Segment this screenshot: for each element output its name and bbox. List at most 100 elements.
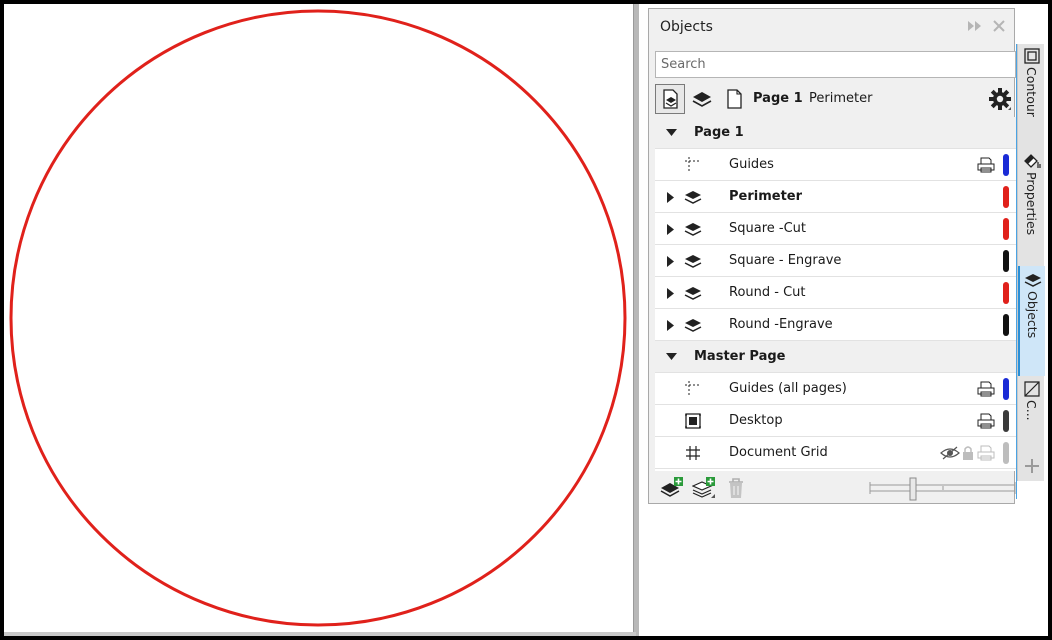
layer-icon — [683, 315, 703, 335]
expand-arrow-icon[interactable] — [665, 191, 677, 203]
tab-objects[interactable]: Objects — [1018, 266, 1045, 376]
layer-row-round-engrave[interactable]: Round -Engrave — [655, 309, 1016, 341]
close-icon[interactable] — [991, 18, 1007, 34]
layer-row-desktop[interactable]: Desktop — [655, 405, 1016, 437]
current-layer-label[interactable]: Perimeter — [809, 91, 872, 106]
new-master-layer-button[interactable] — [691, 476, 717, 500]
objects-layers-icon — [1024, 274, 1041, 287]
layer-label: Desktop — [729, 413, 783, 428]
tree-group-master-page[interactable]: Master Page — [655, 341, 1016, 373]
new-layer-button[interactable] — [659, 476, 685, 500]
printer-icon[interactable] — [977, 381, 995, 397]
page-icon — [727, 89, 742, 109]
layer-label: Square -Cut — [729, 221, 807, 236]
layer-label: Guides (all pages) — [729, 381, 847, 396]
search-input[interactable] — [655, 51, 1016, 78]
layer-label: Square - Engrave — [729, 253, 842, 268]
canvas-drawing — [9, 9, 627, 627]
docker-tabs: Contour Properties Objects C... — [1017, 44, 1045, 481]
layer-row-perimeter[interactable]: Perimeter — [655, 181, 1016, 213]
guides-icon — [683, 379, 703, 399]
docker-title: Objects — [649, 9, 1014, 44]
layer-color-swatch[interactable] — [1003, 218, 1009, 240]
layer-color-swatch[interactable] — [1003, 410, 1009, 432]
printer-icon[interactable] — [977, 157, 995, 173]
docker-toolbar: Page 1 Perimeter — [655, 83, 1016, 117]
tree-group-label: Page 1 — [694, 125, 744, 140]
tab-label: Contour — [1024, 67, 1039, 117]
perimeter-circle[interactable] — [9, 9, 627, 627]
layer-color-swatch[interactable] — [1003, 442, 1009, 464]
layer-row-round-cut[interactable]: Round - Cut — [655, 277, 1016, 309]
new-layer-icon — [660, 477, 683, 497]
lock-icon[interactable] — [962, 445, 974, 461]
layer-row-guides-all-pages[interactable]: Guides (all pages) — [655, 373, 1016, 405]
docker-bottom-bar — [655, 473, 1016, 503]
layer-label: Guides — [729, 157, 774, 172]
properties-icon — [1023, 154, 1041, 168]
layer-label: Perimeter — [729, 189, 803, 204]
current-page-button[interactable] — [719, 84, 749, 114]
printer-icon[interactable] — [977, 445, 995, 461]
tab-label: Objects — [1025, 291, 1040, 339]
canvas-horizontal-scrollbar[interactable] — [4, 632, 636, 636]
collapse-arrow-icon[interactable] — [665, 127, 677, 139]
page-layers-view-button[interactable] — [655, 84, 685, 114]
expand-arrow-icon[interactable] — [665, 287, 677, 299]
tab-label: C... — [1024, 400, 1039, 421]
thumbnail-size-slider[interactable] — [869, 477, 1016, 501]
layer-label: Round -Engrave — [729, 317, 833, 332]
page-corner-icon — [1023, 381, 1040, 397]
printer-icon[interactable] — [977, 413, 995, 429]
gear-icon — [989, 88, 1011, 110]
layer-icon — [683, 251, 703, 271]
tab-label: Properties — [1024, 172, 1039, 236]
eye-icon[interactable] — [940, 446, 960, 460]
tab-properties[interactable]: Properties — [1018, 149, 1045, 249]
layer-color-swatch[interactable] — [1003, 186, 1009, 208]
objects-docker: Objects Search Page 1 Perimeter Page 1 G… — [648, 8, 1016, 504]
layer-color-swatch[interactable] — [1003, 154, 1009, 176]
add-docker-button[interactable] — [1018, 454, 1045, 478]
expand-arrow-icon[interactable] — [665, 319, 677, 331]
layer-row-guides[interactable]: Guides — [655, 149, 1016, 181]
expand-arrow-icon[interactable] — [665, 255, 677, 267]
tree-group-label: Master Page — [694, 349, 786, 364]
tree-group-page-1[interactable]: Page 1 — [655, 117, 1016, 149]
layer-color-swatch[interactable] — [1003, 314, 1009, 336]
desktop-icon — [683, 411, 703, 431]
guides-icon — [683, 155, 703, 175]
layers-view-button[interactable] — [687, 84, 717, 114]
docker-title-label: Objects — [660, 18, 713, 35]
new-master-layer-icon — [692, 477, 715, 498]
layer-row-square-engrave[interactable]: Square - Engrave — [655, 245, 1016, 277]
app-window: Objects Search Page 1 Perimeter Page 1 G… — [4, 4, 1048, 636]
pages-layers-icon — [663, 89, 678, 109]
drawing-canvas[interactable] — [4, 4, 633, 632]
layer-icon — [683, 187, 703, 207]
delete-button[interactable] — [723, 476, 749, 500]
layer-row-square-cut[interactable]: Square -Cut — [655, 213, 1016, 245]
tab-contour[interactable]: Contour — [1018, 44, 1045, 129]
current-page-label[interactable]: Page 1 — [753, 91, 803, 106]
trash-icon — [729, 478, 743, 498]
canvas-splitter[interactable] — [633, 4, 639, 636]
layer-color-swatch[interactable] — [1003, 250, 1009, 272]
layer-icon — [683, 219, 703, 239]
grid-icon — [683, 443, 703, 463]
layers-icon — [692, 92, 712, 107]
plus-icon — [1024, 459, 1039, 473]
layer-color-swatch[interactable] — [1003, 378, 1009, 400]
layer-row-document-grid[interactable]: Document Grid — [655, 437, 1016, 469]
collapse-arrow-icon[interactable] — [665, 351, 677, 363]
layer-color-swatch[interactable] — [1003, 282, 1009, 304]
options-button[interactable] — [985, 84, 1015, 114]
layer-label: Round - Cut — [729, 285, 806, 300]
layer-label: Document Grid — [729, 445, 828, 460]
fast-forward-icon[interactable] — [967, 19, 983, 33]
layer-icon — [683, 283, 703, 303]
expand-arrow-icon[interactable] — [665, 223, 677, 235]
contour-icon — [1023, 48, 1040, 64]
object-tree: Page 1 Guides Perimeter Square -Cut Squa… — [655, 117, 1016, 471]
tab-c[interactable]: C... — [1018, 377, 1045, 451]
